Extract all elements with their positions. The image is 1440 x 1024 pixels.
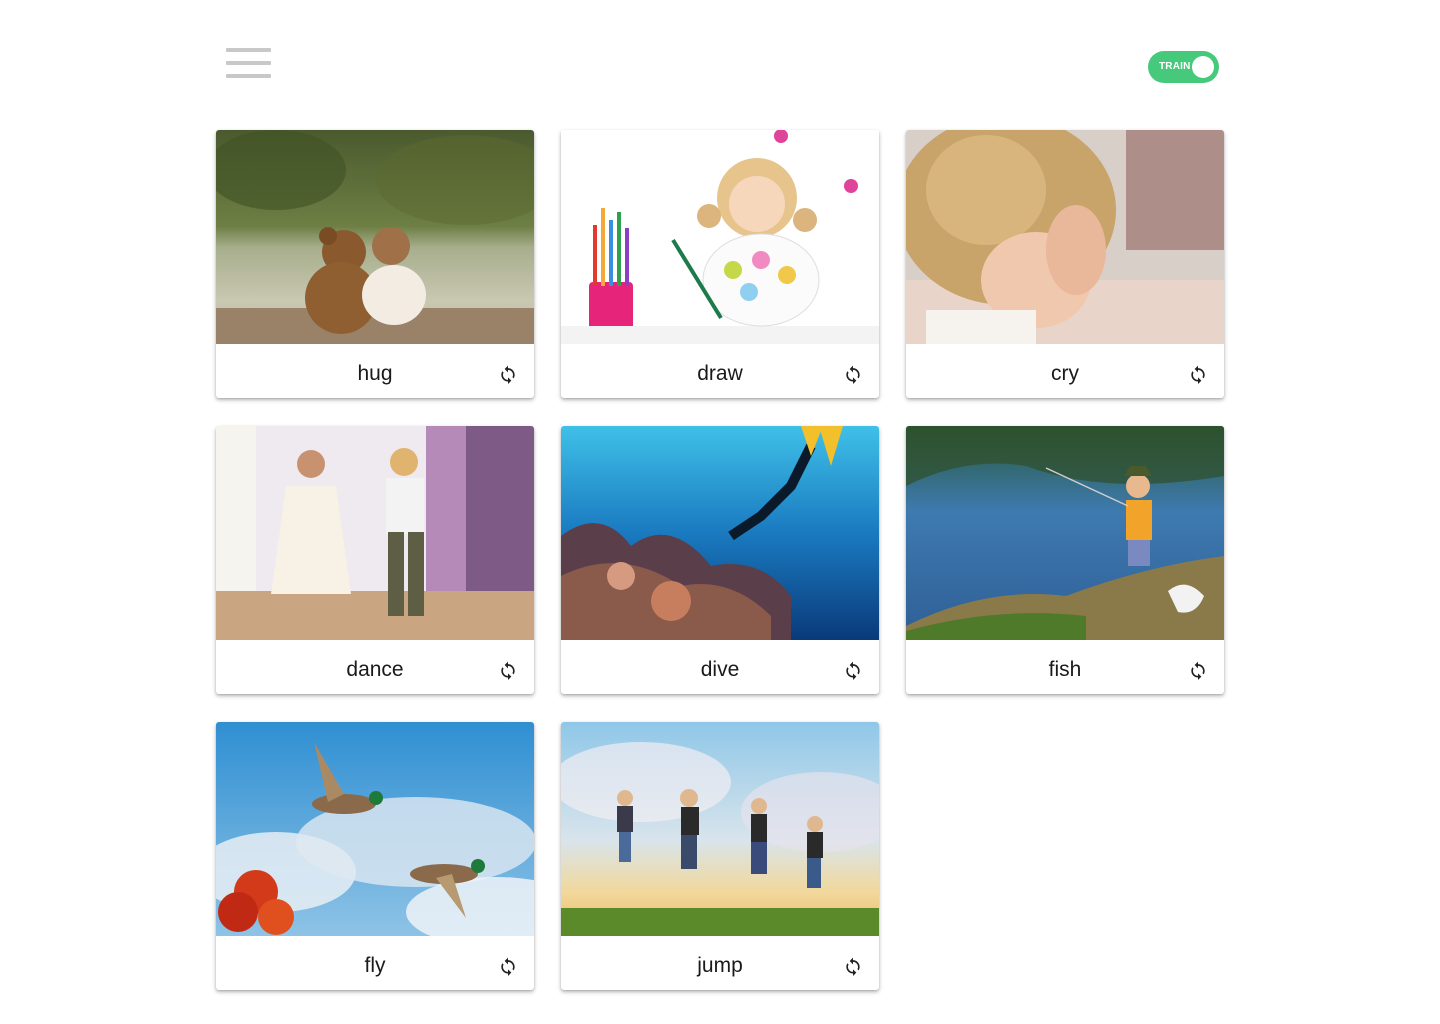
card-image-cry xyxy=(906,130,1224,344)
card-label: fly xyxy=(364,954,386,977)
menu-bar xyxy=(226,61,271,65)
card-label: dive xyxy=(700,658,740,681)
card-cry[interactable]: cry xyxy=(906,130,1224,398)
card-image-hug xyxy=(216,130,534,344)
card-dive[interactable]: dive xyxy=(561,426,879,694)
card-image-jump xyxy=(561,722,879,936)
refresh-icon[interactable] xyxy=(843,364,863,384)
train-toggle-label: TRAIN xyxy=(1159,61,1191,72)
card-label: draw xyxy=(697,362,743,385)
toggle-knob xyxy=(1192,56,1214,78)
card-image-draw xyxy=(561,130,879,344)
card-image-dance xyxy=(216,426,534,640)
refresh-icon[interactable] xyxy=(498,956,518,976)
refresh-icon[interactable] xyxy=(843,956,863,976)
card-label: fish xyxy=(1048,658,1082,681)
refresh-icon[interactable] xyxy=(1188,660,1208,680)
card-dance[interactable]: dance xyxy=(216,426,534,694)
menu-icon[interactable] xyxy=(222,44,276,86)
card-draw[interactable]: draw xyxy=(561,130,879,398)
refresh-icon[interactable] xyxy=(1188,364,1208,384)
train-toggle[interactable]: TRAIN xyxy=(1148,51,1219,83)
card-fly[interactable]: fly xyxy=(216,722,534,990)
card-label: dance xyxy=(346,658,404,681)
menu-bar xyxy=(226,48,271,52)
refresh-icon[interactable] xyxy=(843,660,863,680)
refresh-icon[interactable] xyxy=(498,364,518,384)
card-image-fly xyxy=(216,722,534,936)
refresh-icon[interactable] xyxy=(498,660,518,680)
card-label: jump xyxy=(697,954,743,977)
card-image-dive xyxy=(561,426,879,640)
card-fish[interactable]: fish xyxy=(906,426,1224,694)
card-hug[interactable]: hug xyxy=(216,130,534,398)
card-jump[interactable]: jump xyxy=(561,722,879,990)
menu-bar xyxy=(226,74,271,78)
card-image-fish xyxy=(906,426,1224,640)
card-label: hug xyxy=(357,362,393,385)
card-label: cry xyxy=(1051,362,1079,385)
